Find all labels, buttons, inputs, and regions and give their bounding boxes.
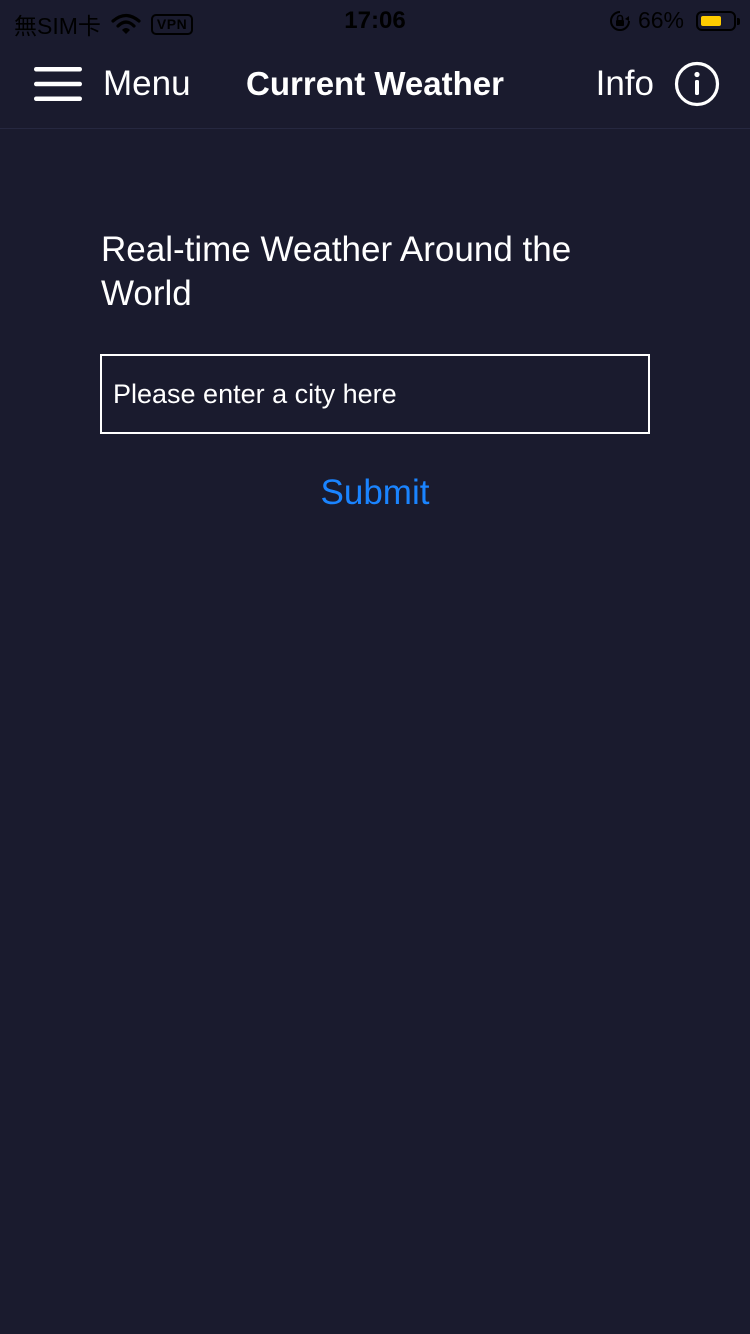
info-label: Info (595, 64, 654, 103)
battery-percent: 66% (637, 7, 684, 33)
info-button[interactable]: Info (596, 40, 720, 128)
orientation-lock-icon (609, 10, 630, 31)
info-circle-icon (674, 61, 720, 107)
weather-app-screen: 無SIM卡 VPN 17:06 66% Current Weather Menu… (0, 0, 750, 1334)
battery-tip (737, 17, 740, 25)
menu-button[interactable]: Menu (34, 40, 191, 128)
status-bar: 無SIM卡 VPN 17:06 66% (0, 0, 750, 40)
menu-label: Menu (103, 64, 191, 103)
navigation-bar: Current Weather Menu Info (0, 40, 750, 129)
battery-fill (701, 15, 721, 26)
battery-icon (696, 10, 740, 31)
city-search-input[interactable] (100, 354, 650, 434)
content-heading: Real-time Weather Around the World (101, 230, 572, 313)
submit-button[interactable]: Submit (275, 468, 475, 518)
status-bar-right: 66% (608, 7, 740, 34)
hamburger-menu-icon (34, 67, 82, 101)
